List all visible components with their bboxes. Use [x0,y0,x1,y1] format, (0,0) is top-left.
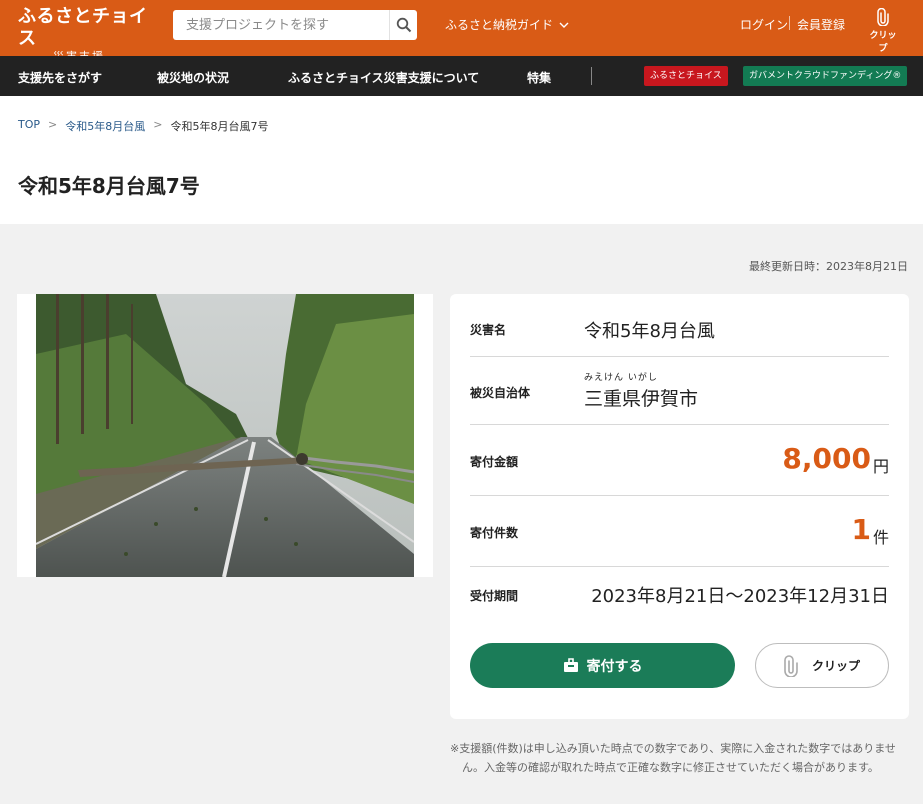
count-unit: 件 [872,528,889,547]
nav-about[interactable]: ふるさとチョイス災害支援について [288,69,479,86]
furusato-guide-menu[interactable]: ふるさと納税ガイド [445,16,569,33]
breadcrumb-current: 令和5年8月台風7号 [170,120,269,133]
disaster-name-label: 災害名 [470,323,507,337]
clip-header-label: クリップ [869,31,897,54]
breadcrumb-separator: > [48,118,58,131]
count-row: 寄付件数 1 件 [470,496,889,567]
municipality-row: 被災自治体 みえけん いがし 三重県伊賀市 [470,357,889,425]
site-logo[interactable]: ふるさとチョイス 災害支援 [18,6,148,63]
breadcrumb-top[interactable]: TOP [18,118,40,134]
municipality-label: 被災自治体 [470,386,531,400]
donate-label: 寄付する [586,658,643,675]
project-info-card: 災害名 令和5年8月台風 被災自治体 みえけん いがし 三重県伊賀市 寄付金額 … [450,294,909,719]
chevron-down-icon [559,22,569,28]
period-label: 受付期間 [470,589,519,603]
login-link[interactable]: ログイン [740,16,788,33]
period-row: 受付期間 2023年8月21日～2023年12月31日 [470,567,889,622]
search-box [173,10,417,40]
municipality-value: 三重県伊賀市 [584,388,699,410]
period-value: 2023年8月21日～2023年12月31日 [591,586,889,607]
gcf-link[interactable]: ガバメントクラウドファンディング® [743,66,908,86]
site-header: ふるさとチョイス 災害支援 ふるさと納税ガイド ログイン 会員登録 クリップ [0,0,923,63]
disaster-name-row: 災害名 令和5年8月台風 [470,294,889,357]
register-link[interactable]: 会員登録 [797,16,845,33]
main-nav: 支援先をさがす 被災地の状況 ふるさとチョイス災害支援について 特集 ふるさとチ… [0,56,923,96]
nav-disaster-status[interactable]: 被災地の状況 [157,69,229,86]
amount-row: 寄付金額 8,000 円 [470,425,889,496]
clip-button[interactable]: クリップ [755,643,889,688]
disaster-photo-card [17,294,433,577]
clip-header-button[interactable]: クリップ [866,8,900,54]
guide-label: ふるさと納税ガイド [445,18,554,32]
page-title: 令和5年8月台風7号 [18,174,200,198]
header-divider [789,16,790,30]
municipality-ruby: みえけん いがし [584,373,658,383]
disaster-photo [36,294,414,577]
paperclip-icon [877,8,889,26]
logo-main-text: ふるさとチョイス [18,6,148,49]
count-value: 1 [851,513,871,546]
title-area: TOP > 令和5年8月台風 > 令和5年8月台風7号 令和5年8月台風7号 [0,96,923,224]
amount-label: 寄付金額 [470,455,519,469]
search-input[interactable] [173,10,387,40]
breadcrumb-parent[interactable]: 令和5年8月台風 [65,118,145,134]
search-icon [396,17,411,33]
donation-box-icon [563,658,578,672]
clip-label: クリップ [811,659,860,673]
paperclip-icon [784,654,798,677]
nav-features[interactable]: 特集 [527,69,551,86]
count-label: 寄付件数 [470,526,519,540]
breadcrumb: TOP > 令和5年8月台風 > 令和5年8月台風7号 [18,118,268,134]
nav-divider [591,67,592,85]
breadcrumb-separator: > [153,118,163,131]
amount-unit: 円 [872,457,889,476]
donation-note: ※支援額(件数)は申し込み頂いた時点での数字であり、実際に入金された数字ではあり… [450,742,896,774]
furusato-choice-link[interactable]: ふるさとチョイス [644,66,728,86]
donate-button[interactable]: 寄付する [470,643,735,688]
search-button[interactable] [389,10,417,40]
disaster-name-value: 令和5年8月台風 [584,321,715,342]
nav-find-support[interactable]: 支援先をさがす [18,69,102,86]
amount-value: 8,000 [782,442,871,475]
last-updated: 最終更新日時：2023年8月21日 [749,260,908,273]
